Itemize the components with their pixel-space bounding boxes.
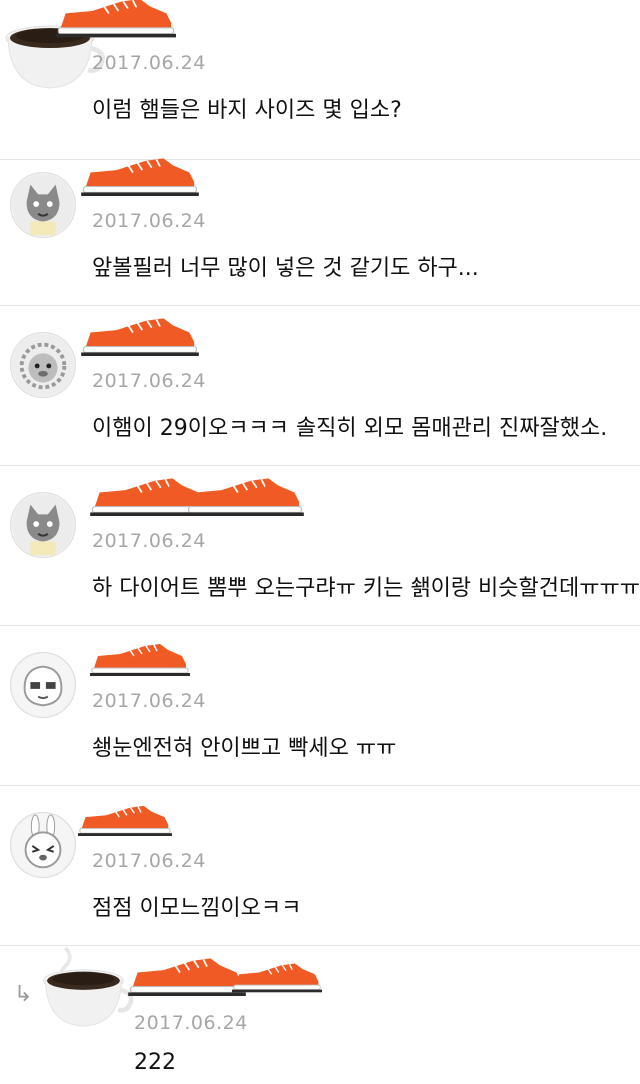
comment-item: 2017.06.24 하 다이어트 뽐뿌 오는구랴ㅠ 키는 쇍이랑 비슷할건데ㅠ… [0, 466, 640, 626]
comment-date: 2017.06.24 [92, 52, 206, 74]
comment-text: 앞볼필러 너무 많이 넣은 것 같기도 하구... [92, 256, 479, 281]
comment-text: 하 다이어트 뽐뿌 오는구랴ㅠ 키는 쇍이랑 비슷할건데ㅠㅠㅠ [92, 576, 640, 601]
sneaker-icon [89, 643, 191, 676]
sneaker-icon [78, 805, 172, 836]
sneaker-icon [232, 962, 322, 993]
comment-date: 2017.06.24 [92, 530, 206, 552]
sneaker-icon [80, 157, 200, 196]
comment-text: 이럼 햄들은 바지 사이즈 몇 입소? [92, 98, 402, 123]
nickname-shoe-icons[interactable] [88, 643, 192, 676]
comment-date: 2017.06.24 [92, 370, 206, 392]
rabbit-avatar-icon[interactable] [10, 812, 76, 878]
reply-arrow-icon: ↳ [14, 982, 33, 1007]
comment-item: 2017.06.24 점점 이모느낌이오ㅋㅋ [0, 786, 640, 946]
comment-item: 2017.06.24 쇙눈엔전혀 안이쁘고 빡세오 ㅠㅠ [0, 626, 640, 786]
cat-avatar-icon[interactable] [10, 172, 76, 238]
comment-item: 2017.06.24 이햄이 29이오ㅋㅋㅋ 솔직히 외모 몸매관리 진짜잘했소… [0, 306, 640, 466]
nickname-shoe-icons[interactable] [90, 477, 304, 516]
comment-date: 2017.06.24 [134, 1012, 248, 1034]
nickname-shoe-icons[interactable] [122, 957, 322, 996]
lion-avatar-icon[interactable] [10, 332, 76, 398]
nickname-shoe-icons[interactable] [56, 0, 176, 38]
nickname-shoe-icons[interactable] [78, 804, 172, 836]
comment-text: 이햄이 29이오ㅋㅋㅋ 솔직히 외모 몸매관리 진짜잘했소. [92, 416, 608, 441]
comment-text: 222 [134, 1050, 176, 1075]
comment-text: 쇙눈엔전혀 안이쁘고 빡세오 ㅠㅠ [92, 736, 397, 761]
comment-date: 2017.06.24 [92, 850, 206, 872]
sneaker-icon [80, 317, 200, 356]
cat-avatar-icon[interactable] [10, 492, 76, 558]
comment-date: 2017.06.24 [92, 690, 206, 712]
comment-item: 2017.06.24 이럼 햄들은 바지 사이즈 몇 입소? [0, 0, 640, 160]
comment-item: 2017.06.24 앞볼필러 너무 많이 넣은 것 같기도 하구... [0, 146, 640, 306]
nickname-shoe-icons[interactable] [80, 157, 200, 196]
sneaker-icon [56, 0, 176, 38]
sneaker-icon [186, 477, 304, 516]
peach-avatar-icon[interactable] [10, 652, 76, 718]
comment-date: 2017.06.24 [92, 210, 206, 232]
comment-text: 점점 이모느낌이오ㅋㅋ [92, 896, 302, 921]
reply-item: ↳ 2017.06.24 222 [0, 946, 640, 1084]
nickname-shoe-icons[interactable] [80, 317, 200, 356]
